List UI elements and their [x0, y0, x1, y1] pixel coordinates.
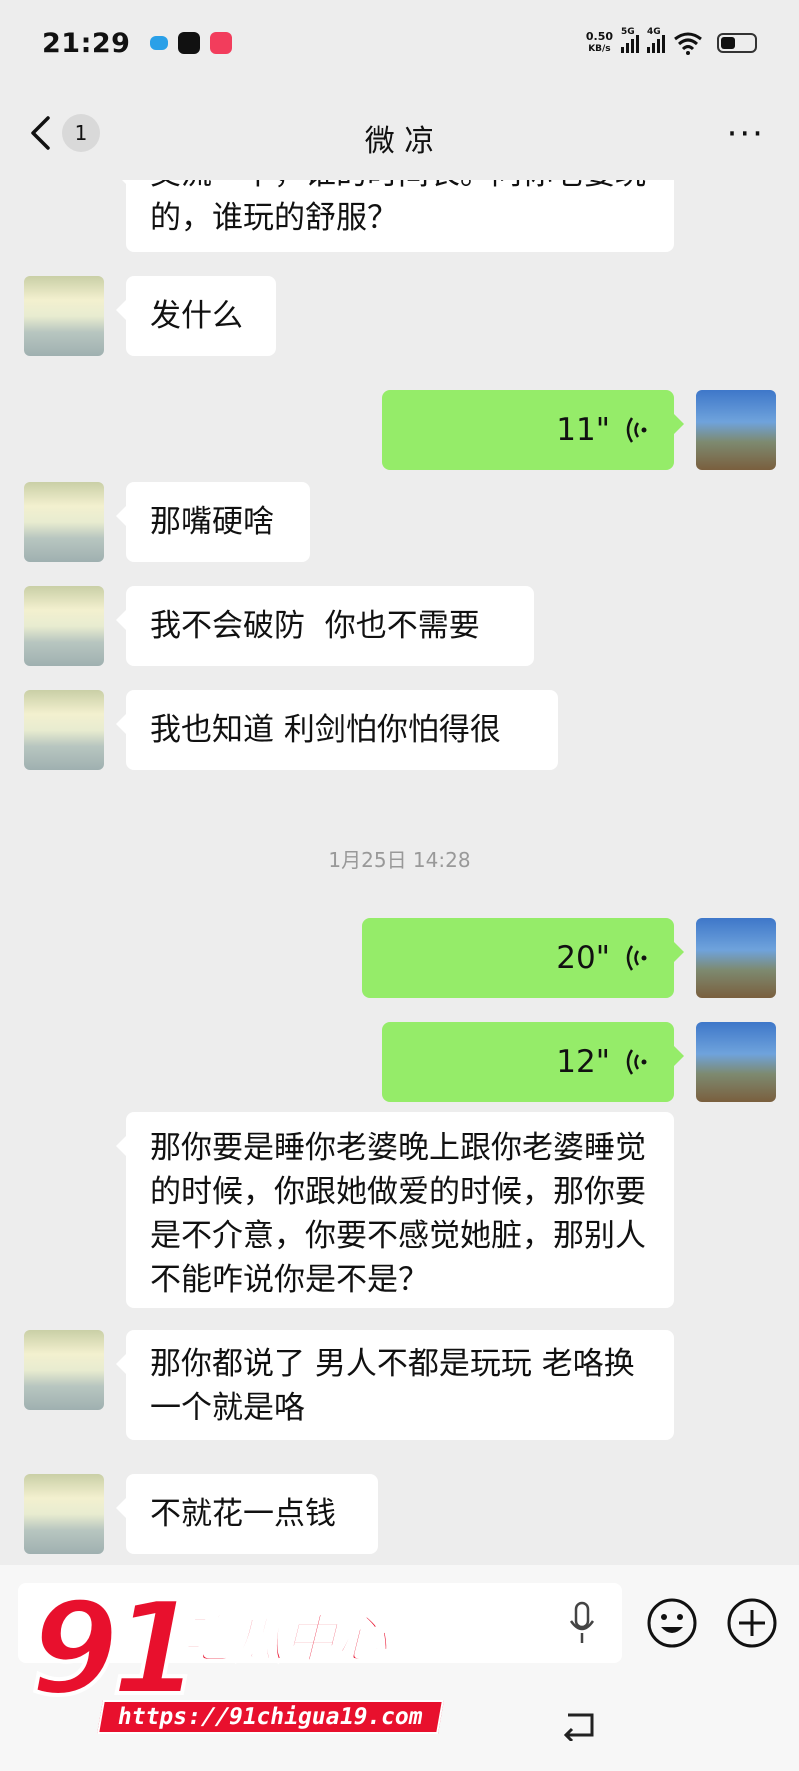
message-bubble[interactable]: 我也知道 利剑怕你怕得很 — [116, 690, 558, 770]
message-text: 不就花一点钱 — [150, 1496, 336, 1532]
contact-avatar[interactable] — [24, 1474, 104, 1554]
network-speed: 0.50 KB/s — [586, 31, 613, 55]
voice-duration: 11" — [556, 412, 610, 448]
status-time: 21:29 — [42, 27, 131, 59]
watermark-name: 吃瓜中心 — [179, 1609, 389, 1671]
message-text: 交流一下，谁的时间长。问你老婆玩的，谁玩的舒服？ — [150, 180, 646, 236]
message-list[interactable]: 交流一下，谁的时间长。问你老婆玩的，谁玩的舒服？ 发什么 11" 那嘴硬啥 我不… — [0, 180, 799, 1565]
message-bubble[interactable]: 交流一下，谁的时间长。问你老婆玩的，谁玩的舒服？ — [116, 180, 674, 252]
message-bubble[interactable]: 我不会破防 你也不需要 — [116, 586, 534, 666]
voice-wave-icon — [626, 945, 647, 971]
my-avatar[interactable] — [696, 390, 776, 470]
network-speed-unit: KB/s — [588, 44, 611, 54]
watermark-url: https://91chigua19.com — [97, 1700, 444, 1734]
wifi-icon — [674, 32, 702, 55]
message-timestamp: 1月25日 14:28 — [328, 848, 471, 872]
mic-icon[interactable] — [568, 1601, 596, 1645]
message-text: 我不会破防 你也不需要 — [150, 608, 480, 644]
battery-icon — [717, 33, 757, 53]
voice-wave-icon — [626, 1049, 647, 1075]
message-text: 那你要是睡你老婆晚上跟你老婆睡觉的时候，你跟她做爱的时候，那你要是不介意，你要不… — [150, 1130, 646, 1298]
voice-duration: 20" — [556, 940, 610, 976]
contact-avatar[interactable] — [24, 690, 104, 770]
status-indicators: 0.50 KB/s 5G 4G — [586, 27, 757, 55]
more-icon[interactable]: ··· — [727, 114, 765, 154]
watermark-logo: 91 吃瓜中心 https://91chigua19.com — [20, 1575, 444, 1760]
signal-5g-icon: 5G — [621, 27, 639, 53]
contact-avatar[interactable] — [24, 276, 104, 356]
sim2-label: 4G — [647, 27, 661, 37]
app-notification-icon — [150, 36, 169, 50]
contact-avatar[interactable] — [24, 1330, 104, 1410]
plus-icon[interactable] — [726, 1597, 778, 1649]
message-text: 发什么 — [150, 298, 243, 334]
chat-title: 微 凉 — [364, 124, 435, 159]
voice-message-bubble[interactable]: 12" — [382, 1022, 684, 1102]
message-text: 我也知道 利剑怕你怕得很 — [150, 712, 501, 748]
my-avatar[interactable] — [696, 1022, 776, 1102]
network-speed-value: 0.50 — [585, 30, 613, 43]
contact-avatar[interactable] — [24, 586, 104, 666]
emoji-icon[interactable] — [646, 1597, 698, 1649]
status-bar: 21:29 0.50 KB/s 5G 4G — [0, 0, 799, 86]
voice-message-bubble[interactable]: 20" — [362, 918, 684, 998]
message-bubble[interactable]: 发什么 — [116, 276, 276, 356]
tiktok-icon — [178, 32, 201, 54]
message-text: 那嘴硬啥 — [150, 504, 274, 540]
sim1-label: 5G — [621, 27, 635, 37]
message-bubble[interactable]: 那你都说了 男人不都是玩玩 老咯换一个就是咯 — [116, 1330, 674, 1440]
watermark-number: 91 — [28, 1575, 202, 1724]
voice-wave-icon — [626, 417, 647, 443]
notification-icons — [150, 32, 233, 54]
message-bubble[interactable]: 不就花一点钱 — [116, 1474, 378, 1554]
signal-4g-icon: 4G — [647, 27, 665, 53]
voice-message-bubble[interactable]: 11" — [382, 390, 684, 470]
system-back-icon[interactable] — [560, 1709, 598, 1741]
my-avatar[interactable] — [696, 918, 776, 998]
app-badge-icon — [210, 32, 233, 54]
chat-header: 1 微 凉 ··· — [0, 86, 799, 180]
message-bubble[interactable]: 那你要是睡你老婆晚上跟你老婆睡觉的时候，你跟她做爱的时候，那你要是不介意，你要不… — [116, 1112, 674, 1308]
contact-avatar[interactable] — [24, 482, 104, 562]
message-text: 那你都说了 男人不都是玩玩 老咯换一个就是咯 — [150, 1346, 635, 1426]
voice-duration: 12" — [556, 1044, 610, 1080]
message-bubble[interactable]: 那嘴硬啥 — [116, 482, 310, 562]
